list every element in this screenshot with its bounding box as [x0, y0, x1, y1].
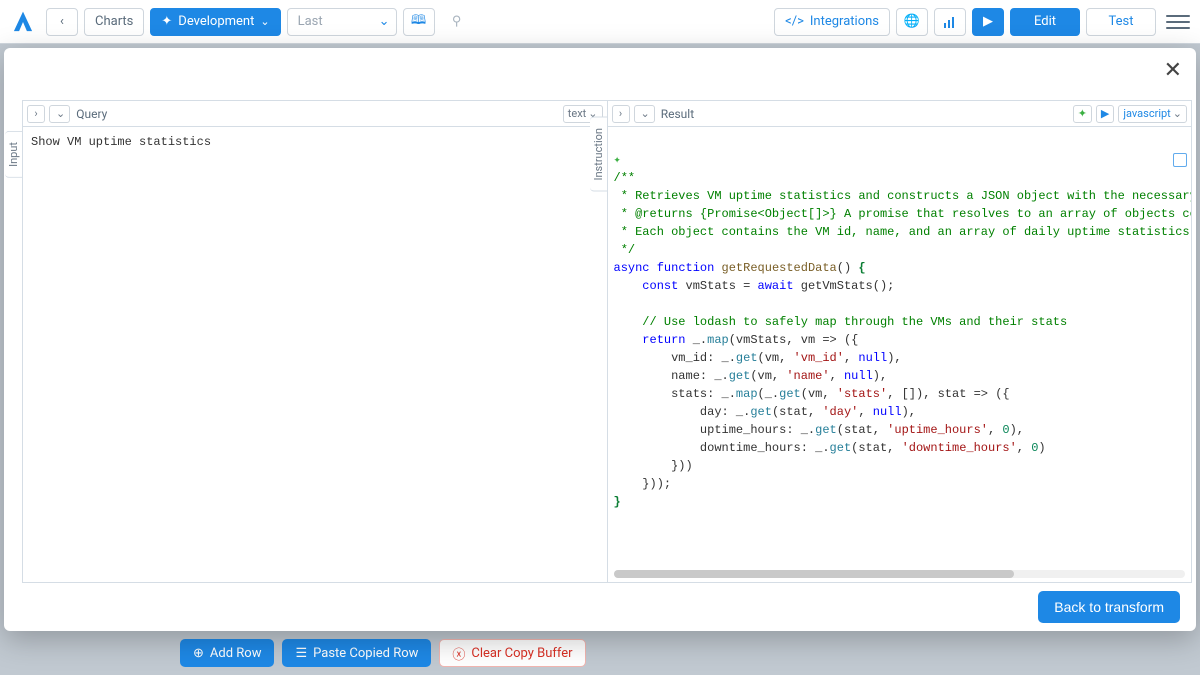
input-side-tab[interactable]: Input: [5, 131, 23, 178]
add-line-icon[interactable]: ✦: [614, 153, 621, 167]
query-panel: Input › Query text Show VM uptime statis…: [22, 100, 608, 583]
query-editor[interactable]: Show VM uptime statistics: [23, 127, 607, 582]
result-header: › Result ✦ ▶ javascript: [608, 101, 1192, 127]
bookmark-button[interactable]: 🕮: [403, 8, 435, 36]
development-dropdown[interactable]: ✦ Development ⌄: [150, 8, 280, 36]
bottom-actions: ⊕ Add Row ☰ Paste Copied Row ⓧ Clear Cop…: [0, 631, 1200, 675]
ai-suggest-button[interactable]: ✦: [1073, 105, 1092, 123]
result-title: Result: [661, 107, 694, 121]
collapse-toggle[interactable]: [49, 105, 70, 123]
result-editor[interactable]: ✦ /** * Retrieves VM uptime statistics a…: [608, 127, 1192, 582]
play-button[interactable]: ▶: [972, 8, 1004, 36]
modal-footer: Back to transform: [4, 583, 1196, 631]
plus-circle-icon: ⊕: [193, 646, 204, 661]
add-row-button[interactable]: ⊕ Add Row: [180, 639, 274, 667]
filter-button[interactable]: ⚲: [441, 8, 473, 36]
close-circle-icon: ⓧ: [452, 644, 465, 663]
result-panel: Instruction › Result ✦ ▶ javascript ✦ /*…: [607, 100, 1193, 583]
test-button[interactable]: Test: [1086, 8, 1156, 36]
close-button[interactable]: ✕: [1164, 58, 1182, 83]
query-title: Query: [76, 107, 107, 121]
app-logo-icon: [10, 9, 36, 35]
top-toolbar: ‹ Charts ✦ Development ⌄ Last ⌄ 🕮 ⚲ </> …: [0, 0, 1200, 44]
query-header: › Query text: [23, 101, 607, 127]
paste-row-button[interactable]: ☰ Paste Copied Row: [282, 639, 431, 667]
globe-button[interactable]: 🌐: [896, 8, 928, 36]
collapse-toggle[interactable]: [634, 105, 655, 123]
back-button[interactable]: ‹: [46, 8, 78, 36]
expand-toggle[interactable]: ›: [612, 105, 630, 123]
bar-chart-icon: [943, 15, 957, 29]
menu-button[interactable]: [1166, 15, 1190, 29]
result-type-select[interactable]: javascript: [1118, 105, 1187, 123]
instruction-side-tab[interactable]: Instruction: [590, 117, 608, 192]
code-editor-modal: ✕ Input › Query text Show VM uptime stat…: [4, 48, 1196, 631]
chevron-down-icon: ⌄: [260, 15, 269, 28]
run-button[interactable]: ▶: [1096, 105, 1114, 123]
code-icon: </>: [785, 14, 804, 29]
expand-toggle[interactable]: ›: [27, 105, 45, 123]
back-to-transform-button[interactable]: Back to transform: [1038, 591, 1180, 623]
copy-icon[interactable]: [1173, 153, 1187, 167]
last-dropdown[interactable]: Last ⌄: [287, 8, 397, 36]
integrations-link[interactable]: </> Integrations: [774, 8, 890, 36]
paste-icon: ☰: [295, 646, 307, 661]
chart-button[interactable]: [934, 8, 966, 36]
edit-button[interactable]: Edit: [1010, 8, 1080, 36]
horizontal-scrollbar[interactable]: [614, 570, 1186, 578]
chevron-down-icon: ⌄: [379, 14, 390, 29]
charts-tab[interactable]: Charts: [84, 8, 144, 36]
clear-buffer-button[interactable]: ⓧ Clear Copy Buffer: [439, 639, 585, 667]
wand-icon: ✦: [161, 14, 172, 29]
